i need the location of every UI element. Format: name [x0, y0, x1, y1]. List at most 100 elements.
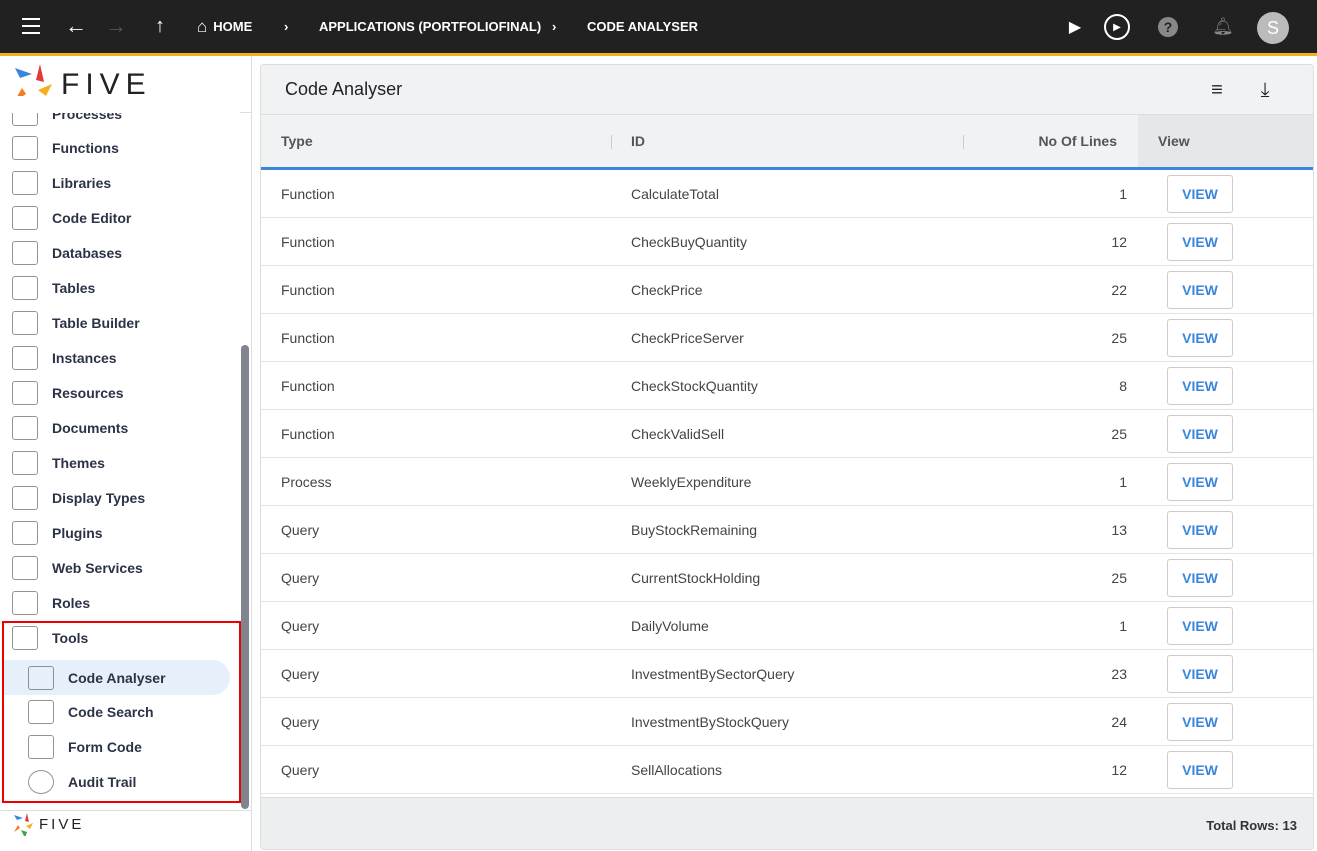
- cell-type: Query: [281, 666, 320, 682]
- table-row[interactable]: Query CurrentStockHolding 25 VIEW: [261, 554, 1313, 602]
- sidebar: FIVE Processes Functions Libraries Code …: [0, 56, 252, 851]
- instances-icon: [12, 345, 38, 370]
- cell-id: CheckValidSell: [631, 426, 725, 442]
- view-button[interactable]: VIEW: [1167, 559, 1233, 597]
- functions-icon: [12, 135, 38, 160]
- sidebar-item-display-types[interactable]: Display Types: [0, 480, 236, 515]
- cell-lines: 12: [1111, 762, 1127, 778]
- table-row[interactable]: Query BuyStockRemaining 13 VIEW: [261, 506, 1313, 554]
- view-button[interactable]: VIEW: [1167, 463, 1233, 501]
- table-row[interactable]: Query SellAllocations 12 VIEW: [261, 746, 1313, 794]
- cell-lines: 25: [1111, 330, 1127, 346]
- view-button[interactable]: VIEW: [1167, 751, 1233, 789]
- sidebar-item-databases[interactable]: Databases: [0, 235, 236, 270]
- view-button[interactable]: VIEW: [1167, 319, 1233, 357]
- cell-id: CheckPriceServer: [631, 330, 744, 346]
- cell-id: InvestmentBySectorQuery: [631, 666, 795, 682]
- cell-id: CheckPrice: [631, 282, 703, 298]
- cell-type: Function: [281, 330, 335, 346]
- documents-icon: [12, 415, 38, 440]
- table-row[interactable]: Query DailyVolume 1 VIEW: [261, 602, 1313, 650]
- view-button[interactable]: VIEW: [1167, 223, 1233, 261]
- cell-type: Function: [281, 234, 335, 250]
- sidebar-item-instances[interactable]: Instances: [0, 340, 236, 375]
- view-button[interactable]: VIEW: [1167, 175, 1233, 213]
- sidebar-item-plugins[interactable]: Plugins: [0, 515, 236, 550]
- view-button[interactable]: VIEW: [1167, 703, 1233, 741]
- back-arrow-icon[interactable]: ←: [64, 13, 88, 38]
- breadcrumb-code-analyser[interactable]: CODE ANALYSER: [587, 0, 698, 53]
- view-button[interactable]: VIEW: [1167, 367, 1233, 405]
- cell-id: CheckBuyQuantity: [631, 234, 747, 250]
- column-view[interactable]: View: [1158, 133, 1190, 149]
- download-icon[interactable]: ⤓: [1253, 78, 1277, 102]
- breadcrumb-home[interactable]: ⌂ HOME: [197, 0, 252, 53]
- table-row[interactable]: Function CheckStockQuantity 8 VIEW: [261, 362, 1313, 410]
- up-arrow-icon[interactable]: ↑: [148, 14, 172, 38]
- code-analyser-panel: Code Analyser ≡ ⤓ Type ID No Of Lines Vi…: [260, 64, 1314, 850]
- table-row[interactable]: Function CheckValidSell 25 VIEW: [261, 410, 1313, 458]
- table-row[interactable]: Query InvestmentByStockQuery 24 VIEW: [261, 698, 1313, 746]
- sidebar-item-documents[interactable]: Documents: [0, 410, 236, 445]
- sidebar-item-code-editor[interactable]: Code Editor: [0, 200, 236, 235]
- cell-type: Query: [281, 762, 320, 778]
- sidebar-item-tables[interactable]: Tables: [0, 270, 236, 305]
- column-id[interactable]: ID: [631, 133, 645, 149]
- libraries-icon: [12, 170, 38, 195]
- column-type[interactable]: Type: [281, 133, 313, 149]
- cell-id: SellAllocations: [631, 762, 723, 778]
- database-icon: [12, 240, 38, 265]
- cell-type: Function: [281, 282, 335, 298]
- sidebar-item-libraries[interactable]: Libraries: [0, 165, 236, 200]
- cell-type: Process: [281, 474, 332, 490]
- sidebar-scrollbar[interactable]: [241, 345, 249, 809]
- table-row[interactable]: Function CalculateTotal 1 VIEW: [261, 170, 1313, 218]
- sidebar-item-web-services[interactable]: Web Services: [0, 550, 236, 585]
- menu-icon[interactable]: [20, 16, 42, 36]
- cell-type: Query: [281, 714, 320, 730]
- sidebar-item-roles[interactable]: Roles: [0, 585, 236, 620]
- table-row[interactable]: Function CheckBuyQuantity 12 VIEW: [261, 218, 1313, 266]
- debug-search-icon[interactable]: ▶: [1104, 14, 1130, 40]
- table-row[interactable]: Function CheckPrice 22 VIEW: [261, 266, 1313, 314]
- table-footer: Total Rows: 13: [261, 797, 1313, 849]
- sidebar-item-resources[interactable]: Resources: [0, 375, 236, 410]
- highlight-box: [2, 621, 241, 803]
- view-button[interactable]: VIEW: [1167, 511, 1233, 549]
- view-button[interactable]: VIEW: [1167, 607, 1233, 645]
- chevron-right-icon: ›: [284, 19, 289, 34]
- view-button[interactable]: VIEW: [1167, 415, 1233, 453]
- sidebar-item-functions[interactable]: Functions: [0, 130, 236, 165]
- table-row[interactable]: Query InvestmentBySectorQuery 23 VIEW: [261, 650, 1313, 698]
- play-icon[interactable]: ▶: [1064, 16, 1086, 38]
- cell-type: Function: [281, 378, 335, 394]
- filter-icon[interactable]: ≡: [1205, 79, 1229, 101]
- cell-lines: 13: [1111, 522, 1127, 538]
- cell-id: CalculateTotal: [631, 186, 719, 202]
- avatar[interactable]: S: [1257, 12, 1289, 44]
- breadcrumb-applications[interactable]: APPLICATIONS (PORTFOLIOFINAL): [319, 0, 541, 53]
- view-button[interactable]: VIEW: [1167, 271, 1233, 309]
- table-body: Function CalculateTotal 1 VIEW Function Check…: [261, 170, 1313, 794]
- chevron-right-icon: ›: [552, 19, 557, 34]
- footer-five-logo: FIVE: [12, 812, 84, 836]
- cell-lines: 12: [1111, 234, 1127, 250]
- table-row[interactable]: Process WeeklyExpenditure 1 VIEW: [261, 458, 1313, 506]
- cell-lines: 24: [1111, 714, 1127, 730]
- cell-lines: 22: [1111, 282, 1127, 298]
- sidebar-item-table-builder[interactable]: Table Builder: [0, 305, 236, 340]
- sidebar-item-themes[interactable]: Themes: [0, 445, 236, 480]
- cell-type: Query: [281, 618, 320, 634]
- table-builder-icon: [12, 310, 38, 335]
- column-no-of-lines[interactable]: No Of Lines: [1038, 133, 1117, 149]
- table-row[interactable]: Function CheckPriceServer 25 VIEW: [261, 314, 1313, 362]
- display-types-icon: [12, 485, 38, 510]
- table-header: Type ID No Of Lines View: [261, 115, 1313, 170]
- cell-id: DailyVolume: [631, 618, 709, 634]
- help-icon[interactable]: ?: [1158, 17, 1178, 37]
- bell-icon[interactable]: 🔔︎: [1212, 17, 1234, 37]
- api-icon: [12, 555, 38, 580]
- view-button[interactable]: VIEW: [1167, 655, 1233, 693]
- forward-arrow-icon[interactable]: →: [104, 13, 128, 38]
- cell-lines: 25: [1111, 570, 1127, 586]
